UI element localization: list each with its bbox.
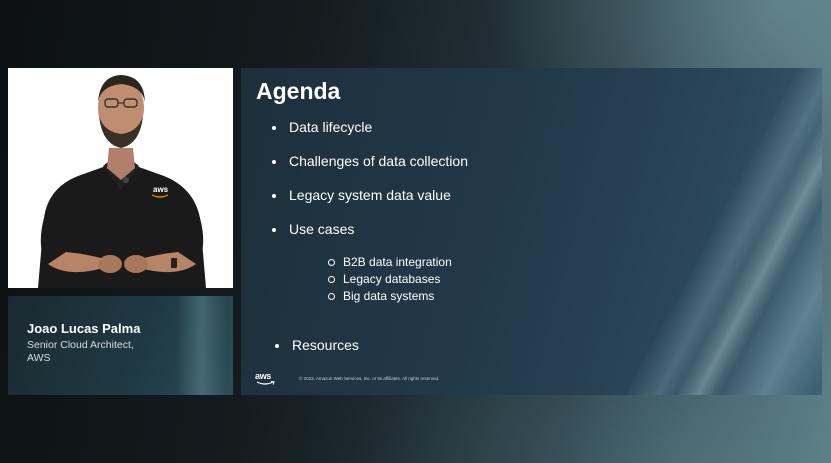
copyright-notice: © 2023, Amazon Web Services, Inc. or its… xyxy=(299,376,440,381)
bullet-icon xyxy=(272,160,276,164)
bullet-icon xyxy=(272,194,276,198)
speaker-role: Senior Cloud Architect, AWS xyxy=(27,339,207,365)
shirt-logo-text: aws xyxy=(153,185,169,194)
speaker-name: Joao Lucas Palma xyxy=(27,321,141,336)
hollow-bullet-icon xyxy=(328,293,335,300)
bullet-icon xyxy=(275,344,279,348)
aws-smile-icon xyxy=(256,381,275,385)
presenter-image: aws xyxy=(38,75,206,288)
presenter-video: aws xyxy=(8,68,233,288)
agenda-slide: Agenda Data lifecycle Challenges of data… xyxy=(241,68,822,395)
speaker-role-line-1: Senior Cloud Architect, xyxy=(27,339,134,351)
speaker-role-line-2: AWS xyxy=(27,352,51,364)
hollow-bullet-icon xyxy=(328,259,335,266)
bullet-icon xyxy=(272,126,276,130)
bullet-icon xyxy=(272,228,276,232)
agenda-list: Data lifecycle Challenges of data collec… xyxy=(241,68,822,395)
speaker-name-card: Joao Lucas Palma Senior Cloud Architect,… xyxy=(8,296,233,395)
hollow-bullet-icon xyxy=(328,276,335,283)
aws-logo: aws xyxy=(255,371,277,386)
